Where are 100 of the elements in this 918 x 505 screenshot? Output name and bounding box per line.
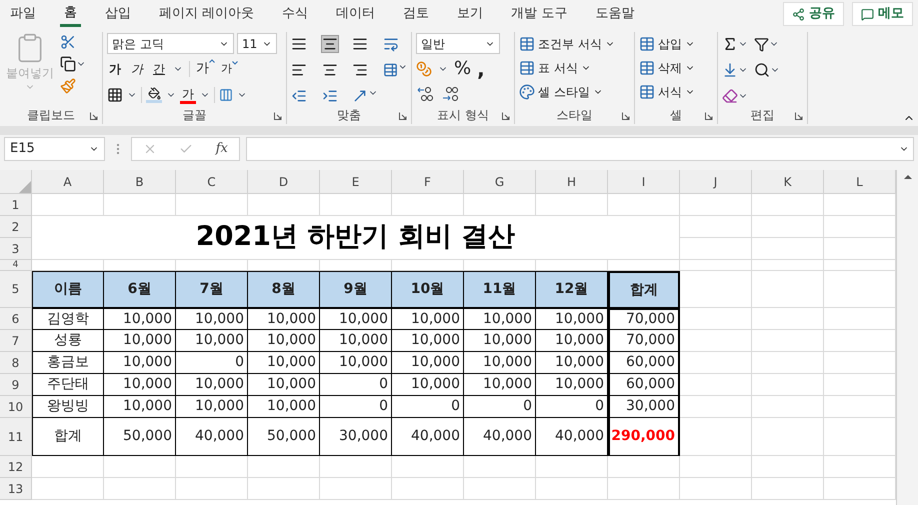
name-box[interactable]: E15 — [4, 137, 105, 161]
vertical-scrollbar[interactable] — [896, 170, 918, 505]
cut-icon[interactable] — [60, 34, 76, 50]
cells-button[interactable]: 서식 — [639, 82, 695, 102]
dialog-launcher-icon[interactable] — [622, 112, 630, 120]
dialog-launcher-icon[interactable] — [274, 112, 282, 120]
cells-button[interactable]: 삽입 — [639, 34, 695, 54]
decrease-decimal-icon[interactable] — [442, 86, 460, 102]
row-number[interactable]: 10 — [0, 396, 32, 418]
menu-tab[interactable]: 홈 — [60, 1, 81, 27]
dialog-launcher-icon[interactable] — [399, 112, 407, 120]
empty-cell — [320, 456, 392, 478]
insert-function-button[interactable]: fx — [216, 139, 228, 159]
menu-tab[interactable]: 삽입 — [101, 1, 135, 27]
style-button[interactable]: 조건부 서식 — [519, 34, 615, 54]
font-color-button[interactable]: 가 — [180, 86, 196, 104]
cell: 10,000 — [104, 352, 176, 374]
column-header[interactable]: C — [176, 170, 248, 194]
format-painter-icon[interactable] — [60, 78, 76, 94]
row-number[interactable]: 1 — [0, 194, 32, 216]
row-number[interactable]: 11 — [0, 418, 32, 456]
cell: 10,000 — [248, 330, 320, 352]
row-number[interactable]: 3 — [0, 238, 32, 260]
comma-button[interactable]: , — [477, 59, 485, 79]
fill-color-icon[interactable] — [146, 87, 162, 103]
phonetic-icon[interactable] — [219, 88, 233, 102]
grow-font-button[interactable]: 가 — [196, 59, 215, 79]
increase-decimal-icon[interactable] — [416, 86, 434, 102]
eraser-icon[interactable] — [722, 88, 738, 104]
menu-tab[interactable]: 수식 — [278, 1, 312, 27]
row-number[interactable]: 4 — [0, 260, 32, 271]
column-header[interactable]: H — [536, 170, 608, 194]
cell: 10,000 — [104, 396, 176, 418]
column-header[interactable]: I — [608, 170, 680, 194]
header-cell: 7월 — [176, 271, 248, 308]
column-header[interactable]: J — [680, 170, 752, 194]
share-button[interactable]: 공유 — [783, 2, 844, 26]
copy-icon[interactable] — [60, 56, 76, 72]
menu-tab[interactable]: 개발 도구 — [507, 1, 572, 27]
menu-tab[interactable]: 파일 — [6, 1, 40, 27]
cell: 10,000 — [176, 330, 248, 352]
row-number[interactable]: 5 — [0, 271, 32, 308]
row-number[interactable]: 6 — [0, 308, 32, 330]
bold-button[interactable]: 가 — [107, 60, 123, 78]
italic-button[interactable]: 가 — [129, 60, 145, 78]
dialog-launcher-icon[interactable] — [705, 112, 713, 120]
row-number[interactable]: 8 — [0, 352, 32, 374]
number-format-field[interactable]: 일반 — [416, 33, 500, 54]
font-size-field[interactable]: 11 — [237, 33, 277, 54]
empty-cell — [752, 271, 824, 308]
column-header[interactable]: E — [320, 170, 392, 194]
font-name-field[interactable]: 맑은 고딕 — [107, 33, 234, 54]
borders-icon[interactable] — [107, 87, 123, 103]
orientation-icon[interactable] — [352, 88, 368, 104]
row-number[interactable]: 9 — [0, 374, 32, 396]
style-button[interactable]: 셀 스타일 — [519, 82, 615, 102]
menu-tab[interactable]: 검토 — [399, 1, 434, 27]
row-number[interactable]: 12 — [0, 456, 32, 478]
dialog-launcher-icon[interactable] — [502, 112, 510, 120]
menu-tab[interactable]: 데이터 — [332, 1, 380, 27]
dialog-launcher-icon[interactable] — [90, 112, 98, 120]
formula-field[interactable] — [246, 137, 914, 161]
wrap-text-icon[interactable] — [382, 36, 398, 52]
column-header[interactable]: B — [104, 170, 176, 194]
outdent-icon[interactable] — [291, 88, 307, 104]
menu-tab[interactable]: 페이지 레이아웃 — [155, 1, 258, 27]
dialog-launcher-icon[interactable] — [795, 112, 803, 120]
comments-button[interactable]: 메모 — [852, 2, 913, 26]
column-header[interactable]: A — [32, 170, 104, 194]
search-icon[interactable] — [754, 62, 770, 78]
accounting-icon[interactable] — [416, 61, 432, 77]
bottom-align-icon[interactable] — [352, 36, 368, 52]
empty-cell — [320, 478, 392, 500]
shrink-font-button[interactable]: 가 — [221, 60, 238, 78]
indent-icon[interactable] — [322, 88, 338, 104]
style-button[interactable]: 표 서식 — [519, 58, 615, 78]
middle-align-icon[interactable] — [322, 36, 338, 52]
column-header[interactable]: K — [752, 170, 824, 194]
percent-button[interactable]: % — [454, 60, 472, 78]
merge-icon[interactable] — [382, 62, 398, 78]
row-number[interactable]: 2 — [0, 216, 32, 238]
top-align-icon[interactable] — [291, 36, 307, 52]
row-number[interactable]: 13 — [0, 478, 32, 500]
column-header[interactable]: G — [464, 170, 536, 194]
sort-filter-icon[interactable] — [754, 36, 769, 52]
underline-button[interactable]: 간 — [151, 60, 167, 78]
cell: 10,000 — [464, 352, 536, 374]
menu-tab[interactable]: 도움말 — [591, 1, 638, 27]
align-right-icon[interactable] — [352, 62, 368, 78]
menu-tab[interactable]: 보기 — [453, 1, 488, 27]
fill-icon[interactable] — [722, 62, 738, 78]
empty-cell — [680, 238, 752, 260]
scroll-up-icon[interactable] — [902, 172, 912, 182]
column-header[interactable]: F — [392, 170, 464, 194]
align-center-icon[interactable] — [322, 62, 338, 78]
column-header[interactable]: D — [248, 170, 320, 194]
align-left-icon[interactable] — [291, 62, 307, 78]
cells-button[interactable]: 삭제 — [639, 58, 695, 78]
table-icon — [639, 84, 655, 100]
row-number[interactable]: 7 — [0, 330, 32, 352]
